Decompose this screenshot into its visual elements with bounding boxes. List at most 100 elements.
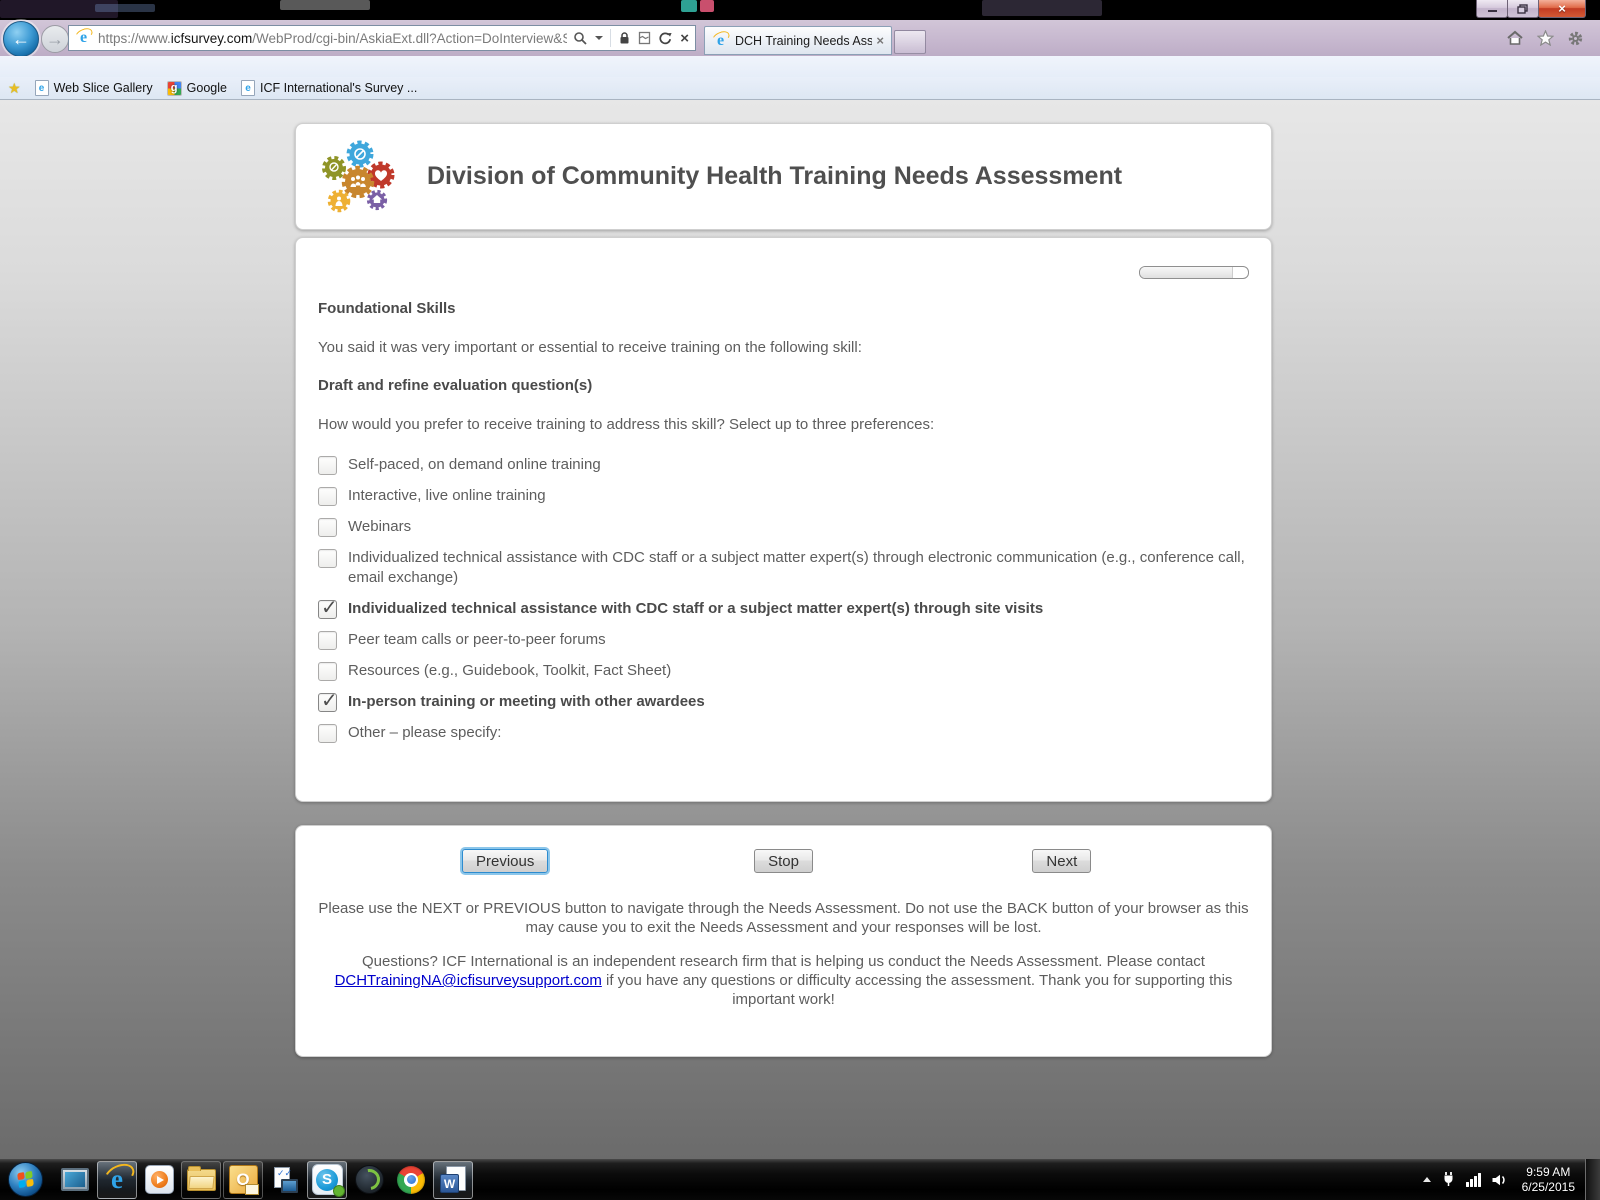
close-button[interactable]: × (1538, 0, 1586, 18)
checkbox-label[interactable]: Individualized technical assistance with… (348, 599, 1043, 619)
skype-icon[interactable]: S (307, 1161, 347, 1199)
ie-favicon: e (712, 32, 729, 49)
system-tray (1423, 1171, 1508, 1188)
forward-arrow-icon: → (46, 30, 64, 48)
favorite-label: ICF International's Survey ... (260, 81, 417, 95)
restore-icon (1517, 4, 1529, 14)
favorites-star-icon[interactable] (1537, 30, 1554, 46)
new-tab-button[interactable] (894, 30, 926, 54)
option-row[interactable]: Other – please specify: (318, 723, 1249, 743)
screen: × ← → e https://www.icfsurvey.com/WebPro… (0, 0, 1600, 1200)
checkbox-label[interactable]: Interactive, live online training (348, 486, 546, 506)
favorites-bar: ★ Web Slice Gallery Google ICF Internati… (0, 77, 1600, 100)
outlook-icon[interactable]: O (223, 1161, 263, 1199)
menu-bar (0, 56, 1600, 77)
media-player-icon[interactable] (139, 1161, 179, 1199)
checkbox[interactable] (318, 600, 337, 619)
volume-icon[interactable] (1491, 1173, 1508, 1187)
show-desktop-button[interactable] (1585, 1159, 1600, 1200)
browser-navigation-bar: ← → e https://www.icfsurvey.com/WebProd/… (0, 20, 1600, 56)
taskbar-clock[interactable]: 9:59 AM 6/25/2015 (1522, 1165, 1575, 1195)
previous-button[interactable]: Previous (462, 849, 548, 873)
cisco-anyconnect-icon[interactable] (349, 1161, 389, 1199)
checkbox-label[interactable]: Other – please specify: (348, 723, 501, 743)
background-window-artifact (700, 0, 714, 12)
tab-dch-training[interactable]: e DCH Training Needs Assess... × (704, 26, 892, 55)
stop-icon[interactable]: × (680, 31, 689, 46)
favorites-bar-item[interactable]: Google (167, 81, 227, 96)
task-list-icon[interactable]: ✓✓ (265, 1161, 305, 1199)
next-button[interactable]: Next (1032, 849, 1091, 873)
option-row[interactable]: In-person training or meeting with other… (318, 692, 1249, 712)
checkbox[interactable] (318, 549, 337, 568)
navigation-footer-card: Previous Stop Next Please use the NEXT o… (295, 825, 1272, 1057)
options-list: Self-paced, on demand online training In… (318, 455, 1249, 743)
progress-bar-fill (1140, 267, 1233, 278)
remote-desktop-icon[interactable] (55, 1161, 95, 1199)
checkbox-label[interactable]: Webinars (348, 517, 411, 537)
checkbox-label[interactable]: Peer team calls or peer-to-peer forums (348, 630, 606, 650)
word-icon[interactable]: W (433, 1161, 473, 1199)
option-row[interactable]: Peer team calls or peer-to-peer forums (318, 630, 1249, 650)
background-window-artifact (982, 0, 1102, 16)
support-email-link[interactable]: DCHTrainingNA@icfisurveysupport.com (335, 972, 602, 989)
checkbox[interactable] (318, 518, 337, 537)
option-row[interactable]: Individualized technical assistance with… (318, 548, 1249, 588)
favorites-bar-item[interactable]: ICF International's Survey ... (241, 80, 417, 96)
chrome-icon[interactable] (391, 1161, 431, 1199)
forward-button[interactable]: → (41, 25, 69, 53)
refresh-icon[interactable] (658, 31, 673, 46)
tab-close-icon[interactable]: × (876, 34, 884, 47)
skill-text: Draft and refine evaluation question(s) (318, 377, 1249, 394)
checkbox[interactable] (318, 631, 337, 650)
option-row[interactable]: Interactive, live online training (318, 486, 1249, 506)
maximize-restore-button[interactable] (1507, 0, 1539, 18)
option-row[interactable]: Self-paced, on demand online training (318, 455, 1249, 475)
clock-time: 9:59 AM (1522, 1165, 1575, 1180)
checkbox-label[interactable]: Self-paced, on demand online training (348, 455, 601, 475)
checkbox-label[interactable]: Resources (e.g., Guidebook, Toolkit, Fac… (348, 661, 671, 681)
footer-note-2-post: if you have any questions or difficulty … (602, 972, 1233, 1008)
checkbox[interactable] (318, 487, 337, 506)
start-button[interactable] (8, 1162, 43, 1197)
favorite-label: Web Slice Gallery (54, 81, 153, 95)
page-title: Division of Community Health Training Ne… (427, 162, 1122, 191)
hidden-icons-arrow[interactable] (1423, 1177, 1431, 1182)
favorites-bar-item[interactable]: Web Slice Gallery (35, 80, 153, 96)
dropdown-icon[interactable] (595, 35, 603, 41)
tab-title: DCH Training Needs Assess... (735, 34, 872, 48)
window-titlebar (0, 0, 1600, 20)
checkbox[interactable] (318, 724, 337, 743)
window-controls: × (1477, 0, 1586, 18)
tools-gear-icon[interactable] (1567, 30, 1584, 47)
background-window-artifact (681, 0, 697, 12)
lock-icon (618, 31, 631, 45)
file-explorer-icon[interactable] (181, 1161, 221, 1199)
power-plug-icon[interactable] (1441, 1171, 1456, 1188)
footer-note-2-pre: Questions? ICF International is an indep… (362, 953, 1205, 970)
windows-flag-icon (17, 1171, 34, 1188)
checkbox[interactable] (318, 662, 337, 681)
checkbox-label[interactable]: Individualized technical assistance with… (348, 548, 1248, 588)
network-signal-icon[interactable] (1466, 1173, 1481, 1187)
back-button[interactable]: ← (3, 21, 39, 57)
compatibility-view-icon[interactable] (638, 31, 651, 45)
survey-header-card: Division of Community Health Training Ne… (295, 123, 1272, 230)
checkbox[interactable] (318, 456, 337, 475)
address-bar[interactable]: e https://www.icfsurvey.com/WebProd/cgi-… (68, 25, 696, 51)
favorite-site-icon (167, 81, 182, 96)
minimize-button[interactable] (1476, 0, 1508, 18)
favorites-bar-star-icon[interactable]: ★ (8, 80, 21, 97)
home-icon[interactable] (1506, 30, 1524, 46)
favorite-site-icon (241, 80, 255, 96)
search-icon[interactable] (573, 31, 588, 46)
option-row[interactable]: Individualized technical assistance with… (318, 599, 1249, 619)
stop-button[interactable]: Stop (754, 849, 813, 873)
option-row[interactable]: Resources (e.g., Guidebook, Toolkit, Fac… (318, 661, 1249, 681)
checkbox-label[interactable]: In-person training or meeting with other… (348, 692, 705, 712)
option-row[interactable]: Webinars (318, 517, 1249, 537)
checkbox[interactable] (318, 693, 337, 712)
internet-explorer-icon[interactable]: e (97, 1161, 137, 1199)
url-text[interactable]: https://www.icfsurvey.com/WebProd/cgi-bi… (98, 31, 567, 46)
page-viewport: Division of Community Health Training Ne… (0, 100, 1600, 1159)
